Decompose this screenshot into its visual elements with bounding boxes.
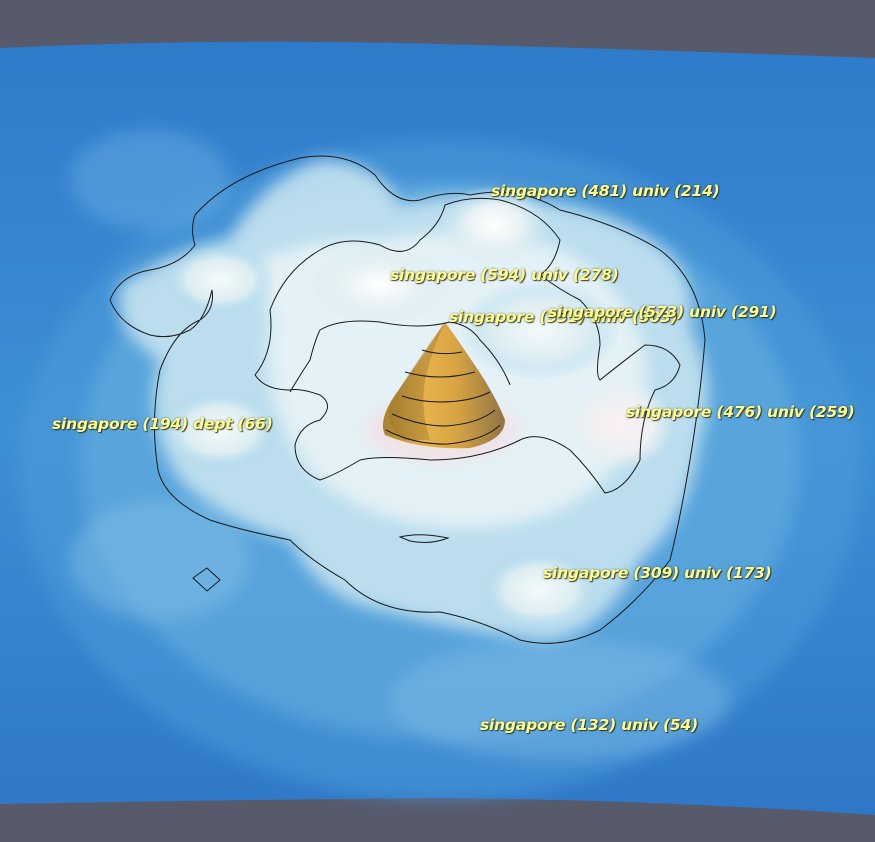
terrain-map-viewport[interactable]: singapore (481) univ (214) singapore (59…: [0, 0, 875, 842]
terrain-surface[interactable]: [0, 0, 875, 842]
